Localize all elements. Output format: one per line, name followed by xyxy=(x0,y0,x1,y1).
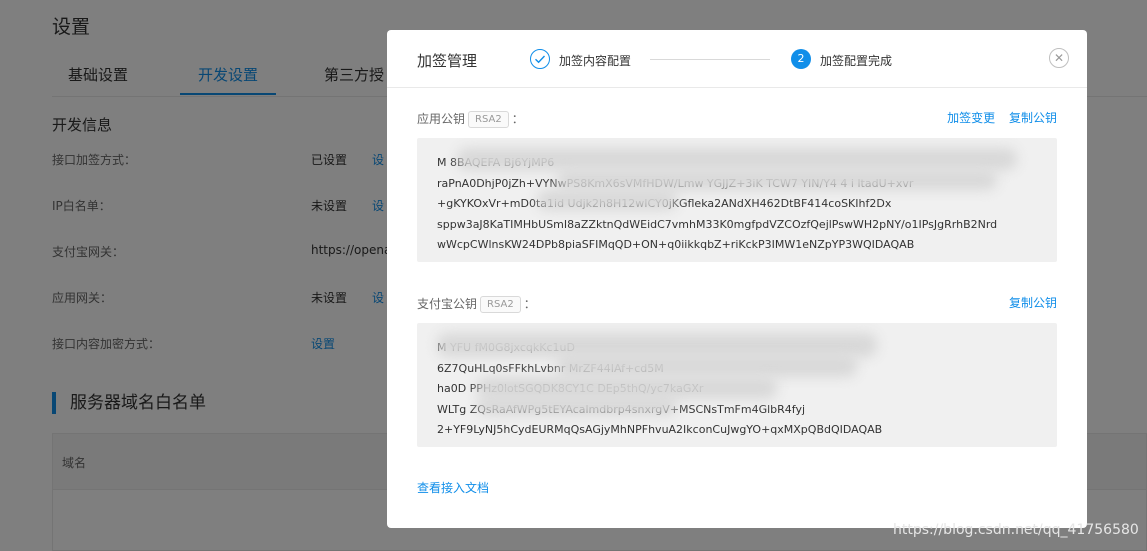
step-connector xyxy=(650,59,770,60)
redaction-blur xyxy=(477,397,677,415)
alipay-key-label: 支付宝公钥 xyxy=(417,297,478,311)
view-docs-link[interactable]: 查看接入文档 xyxy=(417,479,489,496)
modal-title: 加签管理 xyxy=(417,52,478,70)
modal-header: 加签管理 加签内容配置 2 加签配置完成 ✕ xyxy=(387,30,1087,88)
alipay-key-label-group: 支付宝公钥 RSA2： xyxy=(417,295,536,313)
alipay-public-key-box[interactable]: M YFU fM0G8jxcqkKc1uD 6Z7QuHLq0sFFkhLvbn… xyxy=(417,323,1057,447)
change-sign-link[interactable]: 加签变更 xyxy=(947,111,995,125)
sign-management-modal: 加签管理 加签内容配置 2 加签配置完成 ✕ 应用公钥 RSA2： 加签变更 复制… xyxy=(387,30,1087,528)
alipay-key-actions: 复制公钥 xyxy=(999,294,1057,311)
step-2-label: 加签配置完成 xyxy=(820,54,893,68)
key-line: sppw3aJ8KaTIMHbUSmI8aZZktnQdWEidC7vmhM33… xyxy=(437,217,998,231)
redaction-blur xyxy=(557,170,997,190)
redaction-blur xyxy=(557,355,857,377)
redaction-blur xyxy=(477,377,777,399)
rsa2-badge: RSA2 xyxy=(468,111,509,128)
app-key-label-group: 应用公钥 RSA2： xyxy=(417,110,524,128)
copy-alipay-key-link[interactable]: 复制公钥 xyxy=(1009,296,1057,310)
redaction-blur xyxy=(537,190,677,210)
key-line: wWcpCWlnsKW24DPb8piaSFIMqQD+ON+q0iikkqbZ… xyxy=(437,238,915,251)
rsa2-badge: RSA2 xyxy=(480,296,521,313)
redaction-blur xyxy=(437,333,877,357)
app-key-actions: 加签变更 复制公钥 xyxy=(937,109,1057,126)
step-1-label: 加签内容配置 xyxy=(559,54,632,68)
app-key-label: 应用公钥 xyxy=(417,112,466,126)
close-icon[interactable]: ✕ xyxy=(1049,48,1069,68)
redaction-blur xyxy=(457,148,1017,170)
label-colon: ： xyxy=(523,297,536,311)
label-colon: ： xyxy=(511,112,524,126)
app-public-key-box[interactable]: M 8BAQEFA Bj6YjMP6 raPnA0DhjP0jZh+VYNwPS… xyxy=(417,138,1057,262)
copy-app-key-link[interactable]: 复制公钥 xyxy=(1009,111,1057,125)
check-icon xyxy=(530,49,550,69)
key-line: +gKYKOxVr+mD0ta1id Udjk2h8H12wICY0jKGfle… xyxy=(437,197,892,210)
watermark: https://blog.csdn.net/qq_41756580 xyxy=(893,522,1139,538)
key-line: 2+YF9LyNJ5hCydEURMqQsAGjyMhNPFhvuA2Ikcon… xyxy=(437,423,883,436)
step-2-number: 2 xyxy=(791,49,811,69)
